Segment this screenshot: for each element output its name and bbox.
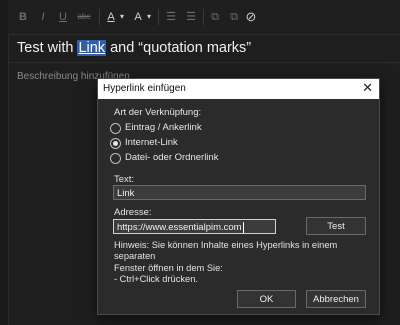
text-input[interactable]: Link	[113, 185, 366, 200]
toolbar-separator	[99, 9, 100, 25]
attachment-icon[interactable]: ⊘	[245, 9, 257, 25]
chevron-down-icon[interactable]: ▾	[118, 9, 126, 25]
address-input[interactable]: https://www.essentialpim.com	[113, 219, 276, 234]
radio-file-link-label[interactable]: Datei- oder Ordnerlink	[125, 152, 218, 163]
note-title[interactable]: Test with Link and “quotation marks”	[17, 40, 251, 56]
bold-button[interactable]: B	[18, 9, 28, 25]
left-gutter	[0, 0, 9, 325]
underline-button[interactable]: U	[58, 9, 68, 25]
dialog-title: Hyperlink einfügen	[103, 83, 186, 94]
radio-file-link[interactable]	[110, 153, 121, 164]
numbered-list-icon[interactable]: ☰	[185, 9, 197, 25]
link-type-label: Art der Verknüpfung:	[114, 107, 202, 118]
link-icon[interactable]: ⧉	[209, 9, 221, 25]
hint-text: Hinweis: Sie können Inhalte eines Hyperl…	[114, 240, 370, 285]
cancel-button[interactable]: Abbrechen	[306, 290, 366, 308]
title-text-after: and “quotation marks”	[106, 40, 252, 56]
address-label: Adresse:	[114, 207, 152, 218]
image-icon[interactable]: ⧉	[228, 9, 240, 25]
font-color-icon[interactable]: A	[105, 9, 117, 25]
title-text-before: Test with	[17, 40, 78, 56]
radio-internet-link-label[interactable]: Internet-Link	[125, 137, 178, 148]
hint-line: - Ctrl+Click drücken.	[114, 273, 198, 284]
insert-hyperlink-dialog: Hyperlink einfügen ✕ Art der Verknüpfung…	[97, 78, 380, 315]
highlight-icon[interactable]: A	[132, 9, 144, 25]
toolbar-separator	[158, 9, 159, 25]
test-button[interactable]: Test	[306, 217, 366, 235]
close-icon[interactable]: ✕	[362, 80, 373, 96]
chevron-down-icon[interactable]: ▾	[145, 9, 153, 25]
radio-anchor-link-label[interactable]: Eintrag / Ankerlink	[125, 122, 202, 133]
radio-anchor-link[interactable]	[110, 123, 121, 134]
address-value: https://www.essentialpim.com	[117, 222, 242, 233]
italic-button[interactable]: I	[38, 9, 48, 25]
toolbar-separator	[203, 9, 204, 25]
format-toolbar: B I U abc A ▾ A ▾ ☰ ☰ ⧉ ⧉ ⊘	[8, 0, 400, 35]
ok-button[interactable]: OK	[237, 290, 296, 308]
dialog-titlebar[interactable]: Hyperlink einfügen ✕	[98, 79, 379, 99]
bullet-list-icon[interactable]: ☰	[165, 9, 177, 25]
title-link-selected[interactable]: Link	[77, 40, 107, 56]
text-label: Text:	[114, 174, 135, 185]
radio-internet-link[interactable]	[110, 138, 121, 149]
text-caret	[242, 221, 244, 233]
hint-line: Hinweis: Sie können Inhalte eines Hyperl…	[114, 240, 338, 262]
title-divider	[8, 62, 400, 63]
hint-line: Fenster öffnen in dem Sie:	[114, 262, 223, 273]
strikethrough-button[interactable]: abc	[75, 9, 93, 25]
